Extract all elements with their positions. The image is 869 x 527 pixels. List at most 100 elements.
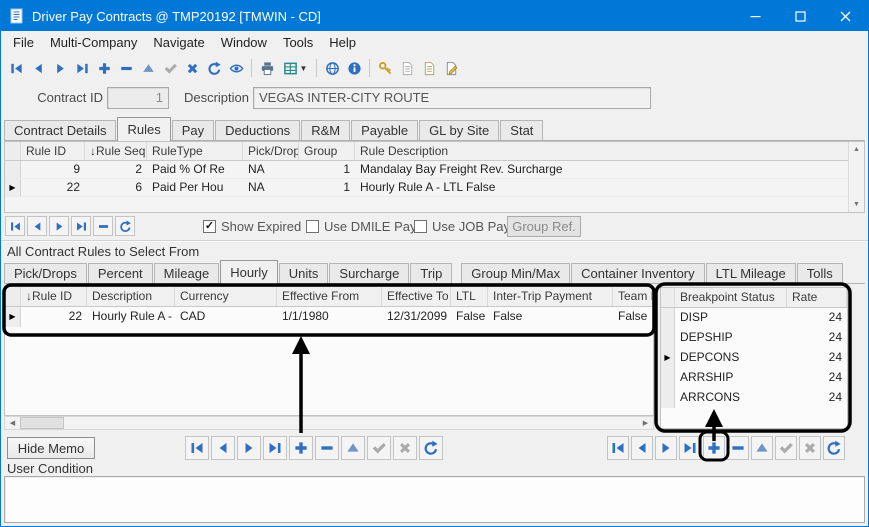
col-ltl[interactable]: LTL [451,287,488,306]
about-button[interactable] [343,56,365,80]
hourly-nav-prev-button[interactable] [211,436,235,460]
breakpoint-nav-first-button[interactable] [607,436,629,460]
show-expired-checkbox[interactable]: ✓ Show Expired [203,218,301,234]
breakpoint-nav-prev-button[interactable] [631,436,653,460]
scroll-right-icon[interactable]: ▶ [638,417,653,429]
tab-units[interactable]: Units [279,263,329,283]
hourly-nav-delete-button[interactable] [315,436,339,460]
tab-rules[interactable]: Rules [117,117,170,141]
hourly-nav-cancel-button[interactable] [393,436,417,460]
col-rule-id[interactable]: Rule ID [21,142,85,160]
scroll-left-icon[interactable]: ◀ [5,417,20,429]
toolbar-first-button[interactable] [5,56,27,80]
tab-ltl-mileage[interactable]: LTL Mileage [706,263,796,283]
minimize-button[interactable] [733,1,778,31]
tab-gl-by-site[interactable]: GL by Site [419,120,499,140]
breakpoint-nav-delete-button[interactable] [727,436,749,460]
contract-id-field[interactable]: 1 [107,87,169,109]
hourly-nav-last-button[interactable] [263,436,287,460]
toolbar-up-button[interactable] [137,56,159,80]
table-row[interactable]: ▶ 22 Hourly Rule A - I CAD 1/1/1980 12/3… [5,307,653,327]
contract-nav-prev-button[interactable] [27,216,47,236]
toolbar-cancel-button[interactable] [181,56,203,80]
col-rule-type[interactable]: RuleType [147,142,243,160]
close-button[interactable] [823,1,868,31]
tab-rm[interactable]: R&M [301,120,350,140]
hourly-nav-refresh-button[interactable] [419,436,443,460]
tab-deductions[interactable]: Deductions [215,120,300,140]
col-rule-description[interactable]: Rule Description [355,142,864,160]
titlebar[interactable]: Driver Pay Contracts @ TMP20192 [TMWIN -… [1,1,868,31]
tab-pay[interactable]: Pay [172,120,214,140]
hide-memo-button[interactable]: Hide Memo [7,437,95,459]
maximize-button[interactable] [778,1,823,31]
hourly-nav-up-button[interactable] [341,436,365,460]
hourly-nav-next-button[interactable] [237,436,261,460]
tab-mileage[interactable]: Mileage [154,263,220,283]
contract-nav-next-button[interactable] [49,216,69,236]
tab-contract-details[interactable]: Contract Details [4,120,116,140]
hourly-nav-first-button[interactable] [185,436,209,460]
breakpoint-nav-up-button[interactable] [751,436,773,460]
user-condition-field[interactable] [4,476,865,523]
tab-tolls[interactable]: Tolls [797,263,843,283]
menu-tools[interactable]: Tools [275,31,321,54]
breakpoint-nav-next-button[interactable] [655,436,677,460]
print-button[interactable] [256,56,278,80]
forms-button[interactable] [418,56,440,80]
tab-percent[interactable]: Percent [88,263,153,283]
col-rule-id[interactable]: ↓Rule ID [21,287,87,306]
tab-pick-drops[interactable]: Pick/Drops [4,263,87,283]
col-group[interactable]: Group [299,142,355,160]
contract-nav-last-button[interactable] [71,216,91,236]
contract-nav-first-button[interactable] [5,216,25,236]
col-description[interactable]: Description [87,287,175,306]
table-row[interactable]: DEPSHIP 24 [661,328,847,348]
contract-nav-delete-button[interactable] [93,216,113,236]
table-row[interactable]: ARRCONS 24 [661,388,847,408]
description-field[interactable]: VEGAS INTER-CITY ROUTE [253,87,651,109]
table-row[interactable]: DISP 24 [661,308,847,328]
group-ref-button[interactable]: Group Ref. [507,216,581,237]
report-dropdown-button[interactable]: ▼ [278,56,312,80]
table-row[interactable]: ▶ DEPCONS 24 [661,348,847,368]
scrollbar-track[interactable] [64,417,638,429]
menu-window[interactable]: Window [213,31,275,54]
tab-trip[interactable]: Trip [410,263,452,283]
tab-hourly[interactable]: Hourly [220,260,278,284]
toolbar-view-button[interactable] [225,56,247,80]
col-breakpoint-status[interactable]: Breakpoint Status [675,288,787,307]
col-pick-drop[interactable]: Pick/Drop [243,142,299,160]
notes-button[interactable] [396,56,418,80]
col-currency[interactable]: Currency [175,287,277,306]
scrollbar-thumb[interactable] [20,417,64,429]
hourly-nav-add-button[interactable] [289,436,313,460]
toolbar-prev-button[interactable] [27,56,49,80]
menu-multi-company[interactable]: Multi-Company [42,31,145,54]
col-inter-trip-payment[interactable]: Inter-Trip Payment [488,287,613,306]
scrollbar-track[interactable] [849,157,864,197]
col-team-d[interactable]: Team D [613,287,653,306]
edit-document-button[interactable] [440,56,462,80]
use-job-pay-checkbox[interactable]: Use JOB Pay [414,218,510,234]
col-effective-to[interactable]: Effective To [382,287,451,306]
table-row[interactable]: 9 2 Paid % Of Re NA 1 Mandalay Bay Freig… [5,161,864,179]
breakpoint-nav-last-button[interactable] [679,436,701,460]
security-button[interactable] [374,56,396,80]
toolbar-next-button[interactable] [49,56,71,80]
toolbar-delete-button[interactable] [115,56,137,80]
vertical-scrollbar[interactable]: ▲ ▼ [848,142,864,212]
horizontal-scrollbar[interactable]: ◀ ▶ [4,416,654,430]
table-row[interactable]: ARRSHIP 24 [661,368,847,388]
toolbar-save-button[interactable] [159,56,181,80]
tab-payable[interactable]: Payable [351,120,418,140]
tab-surcharge[interactable]: Surcharge [329,263,409,283]
tab-stat[interactable]: Stat [500,120,543,140]
breakpoint-nav-cancel-button[interactable] [799,436,821,460]
web-button[interactable] [321,56,343,80]
scroll-down-icon[interactable]: ▼ [849,197,864,212]
table-row[interactable]: ▶ 22 6 Paid Per Hou NA 1 Hourly Rule A -… [5,179,864,197]
contract-nav-refresh-button[interactable] [115,216,135,236]
tab-container-inventory[interactable]: Container Inventory [571,263,704,283]
toolbar-refresh-button[interactable] [203,56,225,80]
